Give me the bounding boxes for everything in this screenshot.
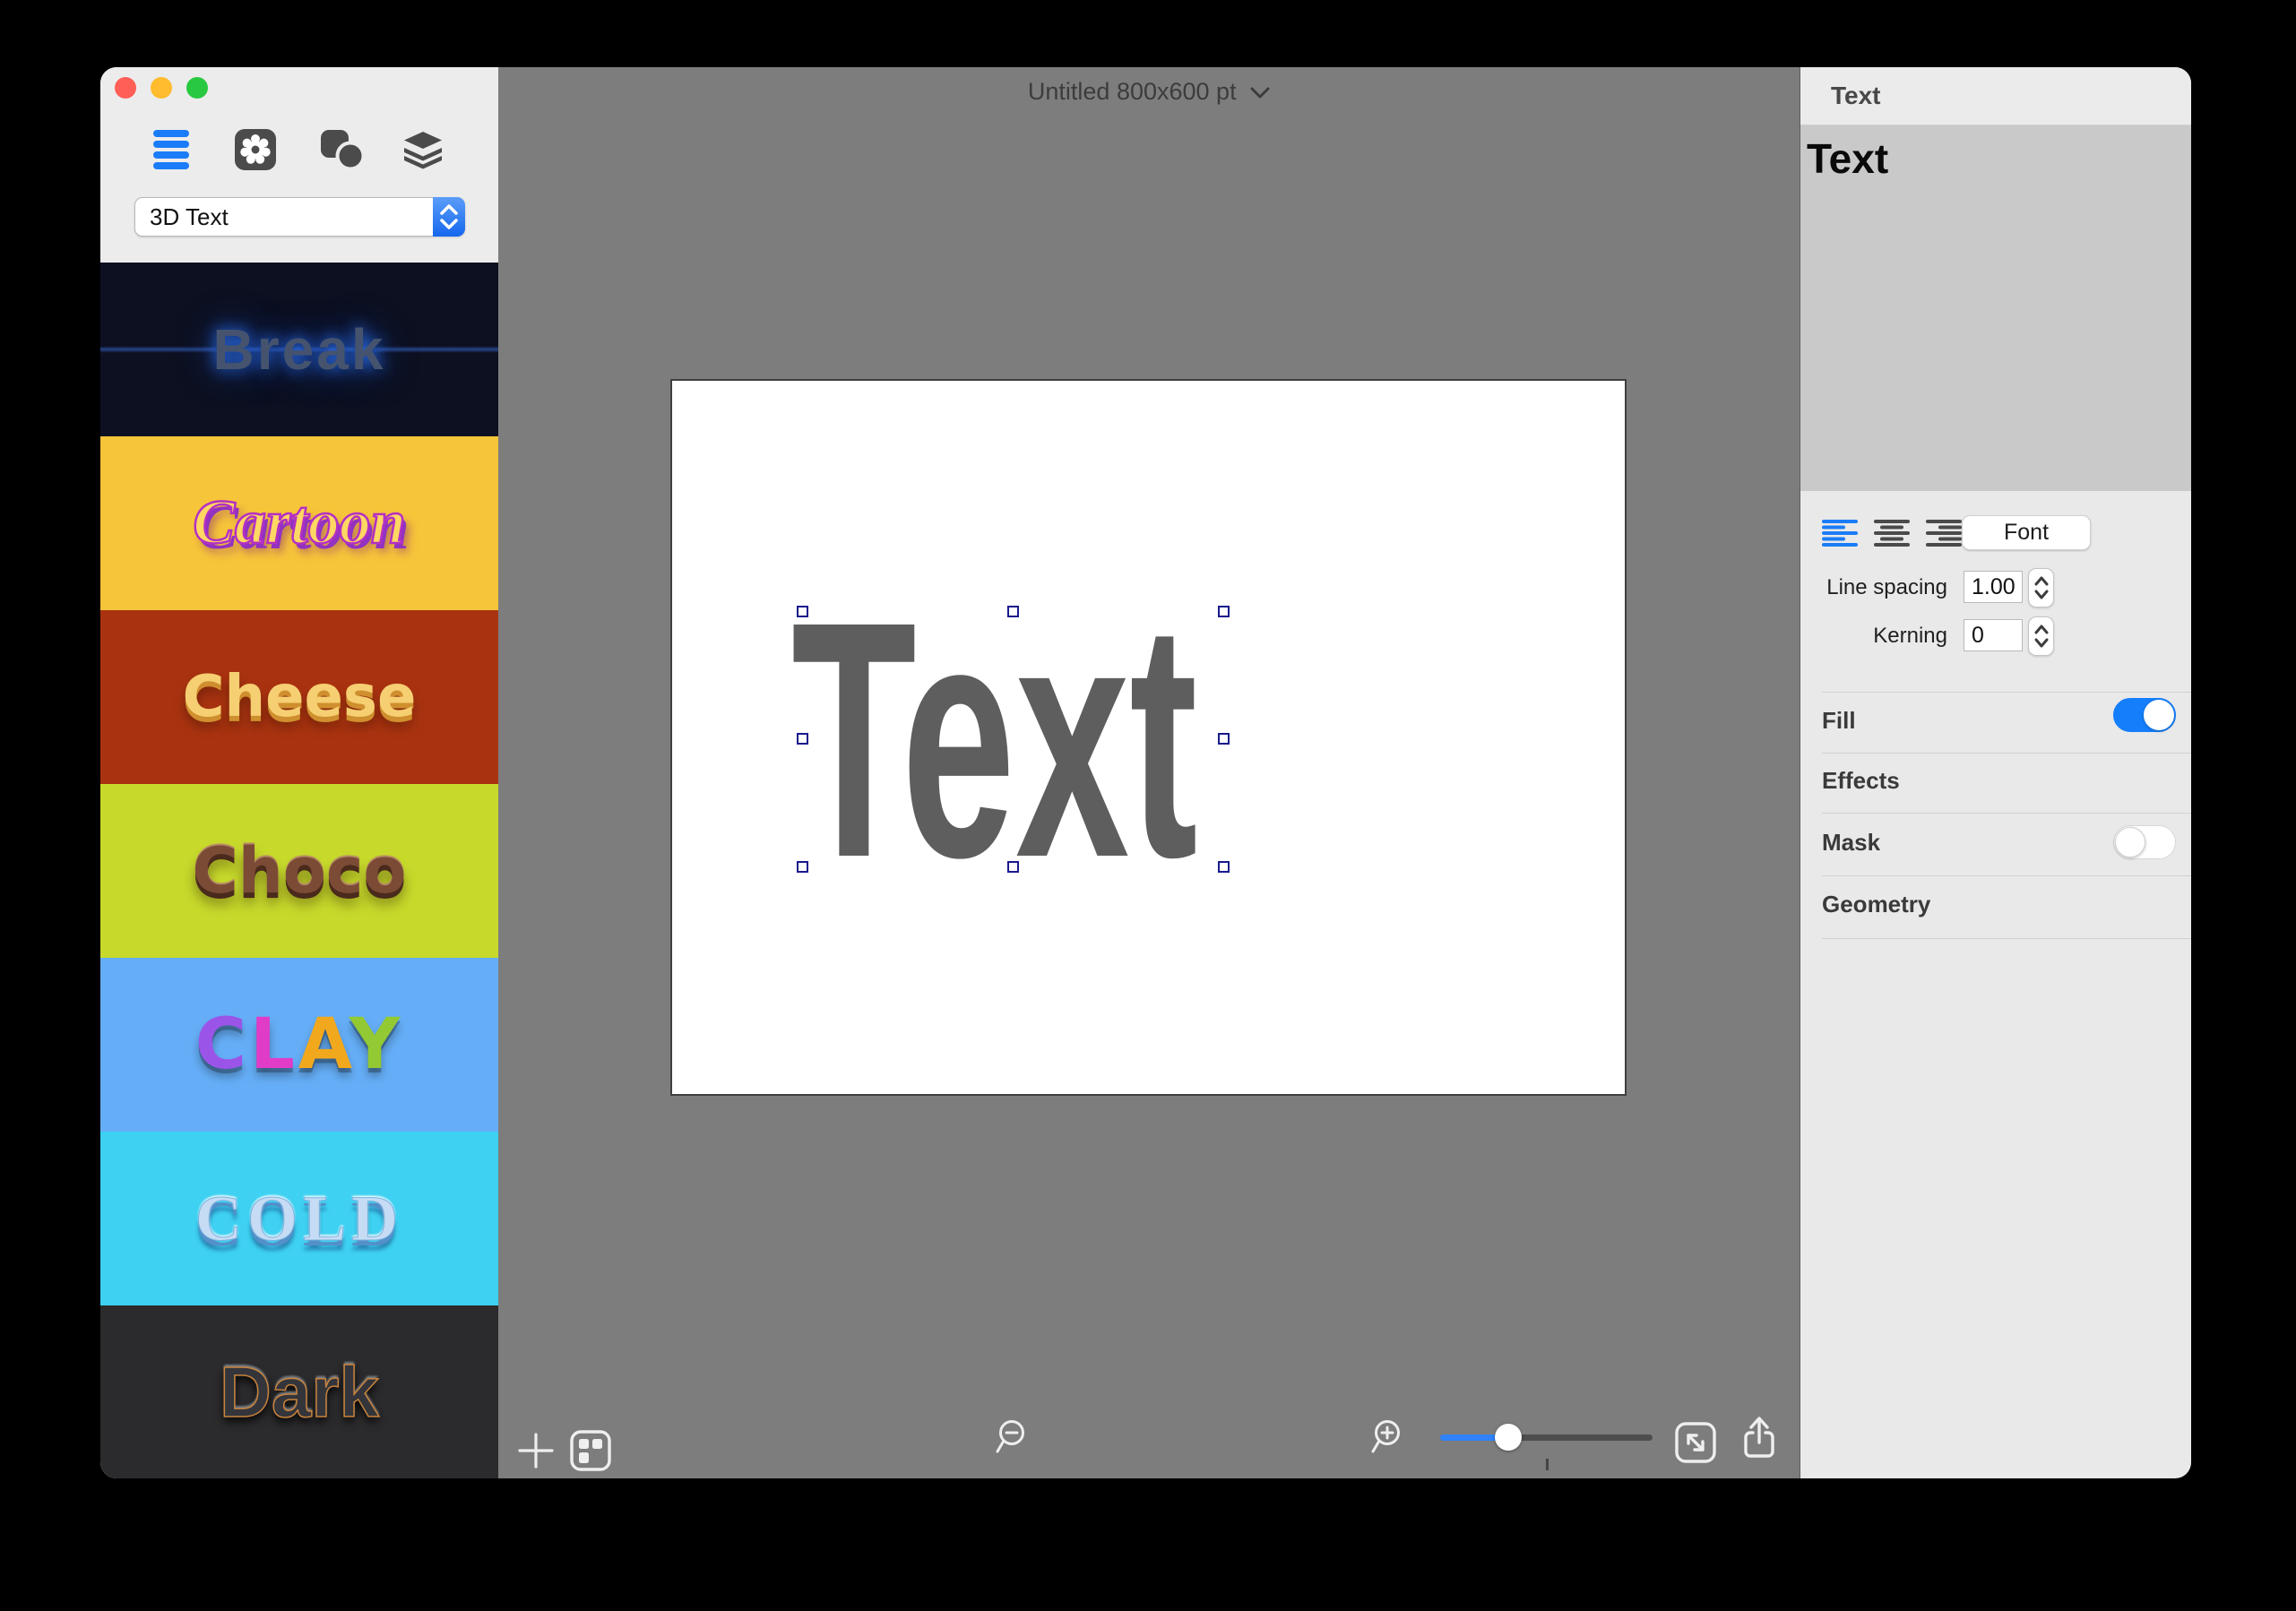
zoom-out-icon[interactable]: [994, 1417, 1033, 1457]
selection-handle[interactable]: [1218, 733, 1230, 745]
style-presets-list: Break Cartoon Cheese Choco CLAY COLD Dar…: [100, 263, 498, 1478]
app-window: 3D Text Break Cartoon Cheese Choco CLAY …: [100, 67, 2191, 1478]
minimize-window-button[interactable]: [151, 77, 172, 99]
selection-handle[interactable]: [1218, 861, 1230, 873]
text-content-value: Text: [1807, 135, 1889, 182]
selection-handle[interactable]: [797, 733, 808, 745]
style-preset-label: Break: [212, 317, 386, 382]
inspector-header-title: Text: [1831, 82, 1881, 109]
section-divider: [1822, 938, 2191, 939]
kerning-label: Kerning: [1873, 624, 1947, 648]
style-preset-label: Choco: [192, 834, 407, 908]
selection-handle[interactable]: [1218, 606, 1230, 617]
style-preset-label: Dark: [219, 1351, 379, 1433]
sidebar: 3D Text Break Cartoon Cheese Choco CLAY …: [100, 67, 498, 1478]
effects-section-label[interactable]: Effects: [1822, 767, 1900, 795]
screen: 3D Text Break Cartoon Cheese Choco CLAY …: [0, 0, 2296, 1611]
selection-handle[interactable]: [797, 861, 808, 873]
line-spacing-stepper[interactable]: [2028, 568, 2054, 607]
zoom-slider-thumb[interactable]: [1494, 1424, 1522, 1451]
mask-toggle-knob: [2115, 827, 2145, 857]
line-spacing-field[interactable]: 1.00: [1964, 571, 2023, 603]
geometry-section-label[interactable]: Geometry: [1822, 891, 1930, 918]
style-category-value: 3D Text: [150, 203, 229, 230]
inspector-header: Text: [1800, 67, 2191, 125]
selection-box[interactable]: [797, 606, 1230, 873]
style-preset-cheese[interactable]: Cheese: [100, 610, 498, 784]
style-category-dropdown[interactable]: 3D Text: [134, 197, 465, 237]
title-chevron-down-icon: [1250, 87, 1270, 99]
style-preset-label: COLD: [194, 1182, 404, 1254]
style-preset-choco[interactable]: Choco: [100, 784, 498, 958]
kerning-stepper[interactable]: [2028, 616, 2054, 656]
style-preset-break[interactable]: Break: [100, 263, 498, 436]
line-spacing-label: Line spacing: [1826, 575, 1947, 599]
fit-to-screen-button[interactable]: [1675, 1422, 1716, 1463]
layers-icon[interactable]: [400, 128, 446, 171]
style-preset-cold[interactable]: COLD: [100, 1132, 498, 1305]
align-left-button[interactable]: [1822, 520, 1858, 547]
style-preset-label: Cheese: [182, 664, 417, 730]
document-title[interactable]: Untitled 800x600 pt: [498, 78, 1800, 106]
styles-list-icon[interactable]: [148, 128, 194, 171]
fill-toggle[interactable]: [2113, 698, 2176, 732]
style-preset-cartoon[interactable]: Cartoon: [100, 436, 498, 610]
section-divider: [1822, 875, 2191, 876]
zoom-in-icon[interactable]: [1369, 1417, 1409, 1457]
style-preset-label: CLAY: [194, 1004, 404, 1085]
add-object-button[interactable]: [518, 1433, 554, 1469]
share-export-button[interactable]: [1739, 1414, 1779, 1462]
section-divider: [1822, 813, 2191, 814]
text-content-editor[interactable]: Text: [1800, 125, 2191, 491]
kerning-field[interactable]: 0: [1964, 619, 2023, 651]
layout-grid-button[interactable]: [570, 1430, 611, 1471]
section-divider: [1822, 753, 2191, 754]
selection-handle[interactable]: [1006, 861, 1019, 873]
fill-section-label: Fill: [1822, 707, 1856, 734]
style-preset-dark[interactable]: Dark: [100, 1305, 498, 1478]
fill-toggle-knob: [2144, 700, 2174, 730]
align-right-button[interactable]: [1926, 520, 1962, 547]
artboard[interactable]: Text: [670, 379, 1627, 1096]
canvas-area: Untitled 800x600 pt Text: [498, 67, 1800, 1478]
close-window-button[interactable]: [115, 77, 136, 99]
zoom-slider-center-tick: [1546, 1459, 1549, 1470]
dropdown-chevrons-icon: [433, 197, 465, 237]
sidebar-header: 3D Text: [100, 67, 498, 263]
style-preset-label: Cartoon: [192, 487, 407, 559]
zoom-slider[interactable]: [1440, 1424, 1653, 1451]
inspector-panel: Text Text Font Line spacing 1.00 Kerning…: [1800, 67, 2191, 1478]
mask-section-label: Mask: [1822, 829, 1881, 856]
section-divider: [1822, 692, 2191, 693]
mask-toggle[interactable]: [2113, 825, 2176, 859]
font-button[interactable]: Font: [1962, 515, 2091, 550]
align-center-button[interactable]: [1874, 520, 1910, 547]
zoom-window-button[interactable]: [186, 77, 208, 99]
selection-handle[interactable]: [1006, 606, 1019, 617]
selection-handle[interactable]: [797, 606, 808, 617]
settings-gear-icon[interactable]: [232, 128, 279, 171]
style-preset-clay[interactable]: CLAY: [100, 958, 498, 1132]
shapes-icon[interactable]: [319, 128, 366, 171]
